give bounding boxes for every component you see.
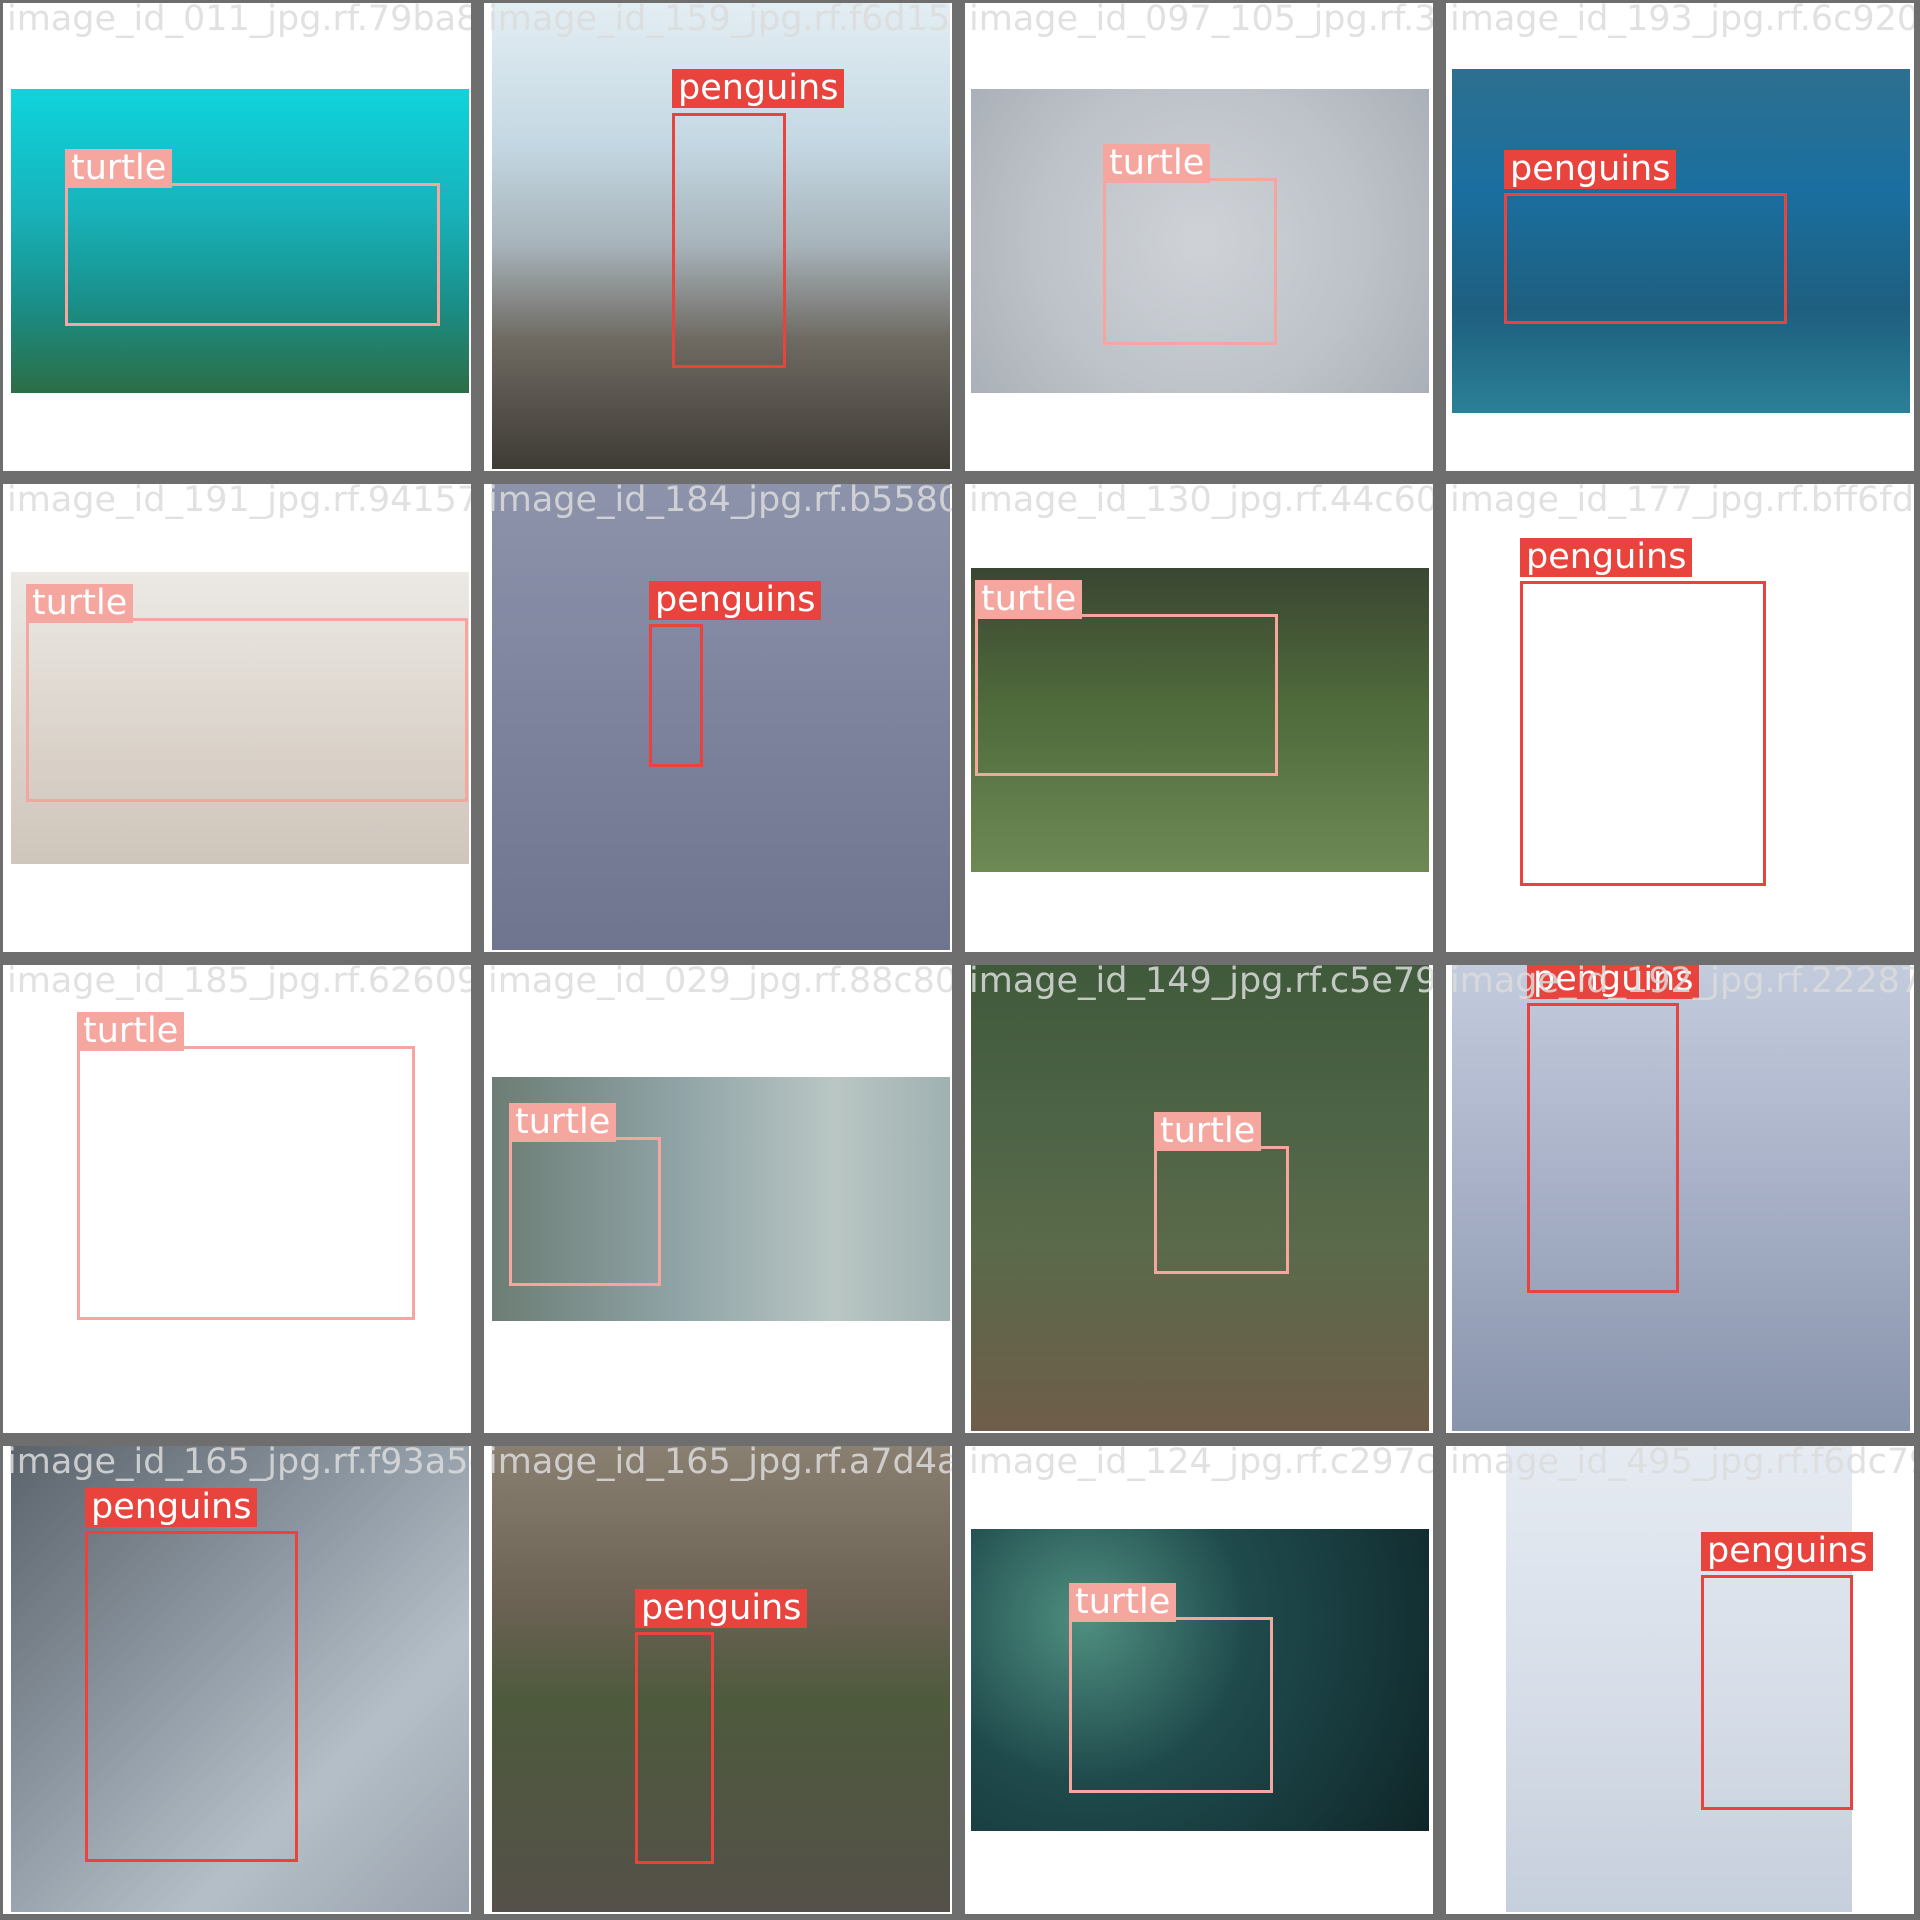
bounding-box [635,1632,714,1864]
tile-7[interactable]: turtle image_id_130_jpg.rf.44c60b [965,484,1433,952]
class-label: penguins [672,69,845,108]
class-label: penguins [1504,150,1677,189]
filename-label: image_id_191_jpg.rf.94157 [7,484,471,520]
bounding-box [509,1137,661,1286]
tile-14[interactable]: penguins image_id_165_jpg.rf.a7d4a1 [484,1446,952,1914]
class-label: turtle [509,1103,617,1142]
bounding-box [1701,1575,1853,1810]
bounding-box [85,1531,298,1862]
tile-12[interactable]: penguins image_id_192_jpg.rf.22287b [1446,965,1914,1433]
tile-8[interactable]: penguins image_id_177_jpg.rf.bff6fd1 [1446,484,1914,952]
filename-label: image_id_029_jpg.rf.88c80c [488,965,952,1001]
filename-label: image_id_124_jpg.rf.c297cb [969,1446,1433,1482]
bounding-box [1069,1617,1273,1793]
bounding-box [1154,1146,1289,1274]
class-label: turtle [975,580,1083,619]
bounding-box [1527,1003,1679,1293]
bounding-box [1504,193,1787,324]
bounding-box [1520,581,1766,886]
tile-4[interactable]: penguins image_id_193_jpg.rf.6c9200 [1446,3,1914,471]
tile-16[interactable]: penguins image_id_495_jpg.rf.f6dc79 [1446,1446,1914,1914]
class-label: turtle [1154,1112,1262,1151]
class-label: penguins [85,1488,258,1527]
bounding-box [1103,178,1277,345]
class-label: turtle [65,149,173,188]
bounding-box [649,624,703,767]
tile-11[interactable]: turtle image_id_149_jpg.rf.c5e792 [965,965,1433,1433]
class-label: penguins [1527,965,1700,999]
photo [1452,965,1910,1431]
class-label: penguins [1520,538,1693,577]
tile-5[interactable]: turtle image_id_191_jpg.rf.94157 [3,484,471,952]
tile-9[interactable]: turtle image_id_185_jpg.rf.62609 [3,965,471,1433]
tile-10[interactable]: turtle image_id_029_jpg.rf.88c80c [484,965,952,1433]
bounding-box [26,618,468,802]
class-label: penguins [649,581,822,620]
tile-2[interactable]: penguins image_id_159_jpg.rf.f6d15e0 [484,3,952,471]
bounding-box [975,614,1278,776]
filename-label: image_id_011_jpg.rf.79ba89 [7,3,471,39]
photo [492,484,950,950]
tile-1[interactable]: turtle image_id_011_jpg.rf.79ba89 [3,3,471,471]
class-label: turtle [77,1012,185,1051]
tile-6[interactable]: penguins image_id_184_jpg.rf.b55804 [484,484,952,952]
photo [492,1446,950,1912]
bounding-box [77,1046,415,1320]
bounding-box [672,113,786,368]
filename-label: image_id_193_jpg.rf.6c9200 [1450,3,1914,39]
class-label: turtle [1103,144,1211,183]
class-label: penguins [635,1589,808,1628]
bounding-box [65,183,440,326]
class-label: penguins [1701,1532,1874,1571]
class-label: turtle [1069,1583,1177,1622]
tile-3[interactable]: turtle image_id_097_105_jpg.rf.3a821b [965,3,1433,471]
tile-13[interactable]: penguins image_id_165_jpg.rf.f93a5e [3,1446,471,1914]
class-label: turtle [26,584,134,623]
filename-label: image_id_130_jpg.rf.44c60b [969,484,1433,520]
filename-label: image_id_097_105_jpg.rf.3a821b [969,3,1433,39]
tile-15[interactable]: turtle image_id_124_jpg.rf.c297cb [965,1446,1433,1914]
